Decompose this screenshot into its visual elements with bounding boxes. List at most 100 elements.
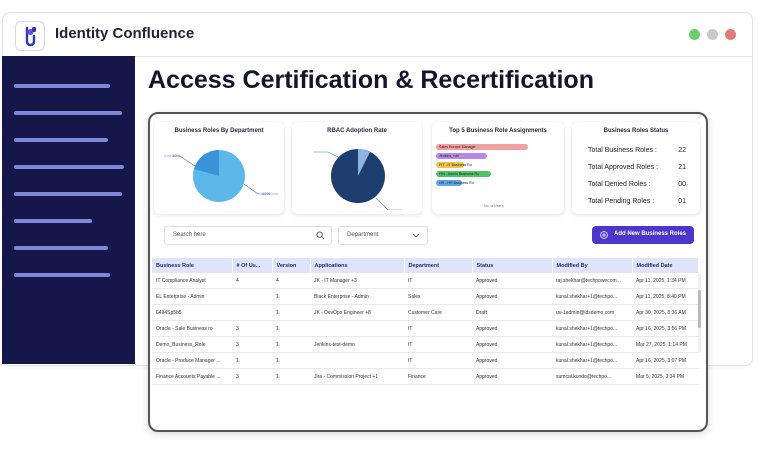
sidebar: [2, 56, 135, 364]
sidebar-item[interactable]: [14, 138, 108, 142]
table-cell: IT: [404, 352, 472, 369]
table-cell: kunal.shekhar+1@techpo...: [552, 352, 632, 369]
pie-label-right: 90%: [262, 191, 271, 196]
sidebar-item[interactable]: [14, 273, 110, 277]
table-cell: kunal.shekhar+1@techpo...: [552, 336, 632, 353]
roles-status-card: Business Roles Status Total Business Rol…: [572, 122, 700, 214]
table-cell: Apr 30, 2025, 8:36 AM: [632, 304, 698, 321]
sidebar-item[interactable]: [14, 219, 92, 223]
top5-bar-chart: Sales Europe Manager Jenkins_role FIT - IT…: [436, 144, 560, 194]
window-dot-gray-icon[interactable]: [707, 29, 718, 40]
sidebar-item[interactable]: [14, 84, 110, 88]
stat-label-total: Total Business Roles :: [588, 147, 657, 154]
title-bar: Identity Confluence: [3, 13, 752, 57]
table-cell: kunal.shekhar+1@techpo...: [552, 288, 632, 305]
table-row[interactable]: Oracle - Sale Business ro 3 1 IT Approved kun…: [152, 320, 698, 337]
table-cell: Jenkins-test-demo: [310, 336, 404, 353]
table-cell: Apr 11, 2025, 1:34 PM: [632, 273, 698, 289]
table-cell: Apr 16, 2025, 3:07 PM: [632, 352, 698, 369]
sidebar-item[interactable]: [14, 165, 124, 169]
axis-label: No. of Users: [484, 204, 504, 208]
card-title: Business Roles By Department: [174, 128, 264, 134]
column-header[interactable]: # Of Us...: [232, 258, 273, 273]
table-cell: kunal.shekhar+1@techpo...: [552, 320, 632, 337]
dashboard-window: Business Roles By Department 10% 90% RBA…: [148, 112, 708, 432]
top5-assignments-card: Top 5 Business Role Assignments Sales Eu…: [432, 122, 564, 214]
add-business-role-label: Add New Business Roles: [614, 231, 687, 237]
table-cell: 1: [272, 288, 310, 305]
table-cell: Demo_Business_Role: [152, 336, 232, 353]
column-header[interactable]: Version: [272, 258, 311, 273]
column-header[interactable]: Applications: [310, 258, 405, 273]
card-title: Business Roles Status: [603, 128, 669, 134]
status-cell: Approved: [472, 288, 552, 305]
window-dot-green-icon[interactable]: [689, 29, 700, 40]
table-cell: IT: [404, 320, 472, 337]
stat-value-approved: 21: [678, 164, 686, 171]
assignment-bar-label: FIT - IT Business Ro: [439, 163, 472, 167]
table-cell: 4: [272, 273, 310, 289]
table-cell: Oracle - Sale Business ro: [152, 320, 232, 337]
sidebar-item[interactable]: [14, 246, 108, 250]
table-cell: 1: [272, 352, 310, 369]
table-cell: 1: [272, 320, 310, 337]
status-cell: Approved: [472, 336, 552, 353]
column-header[interactable]: Modified Date: [632, 258, 699, 273]
table-cell: Finance: [404, 368, 472, 385]
table-cell: 3: [232, 368, 272, 385]
column-header[interactable]: Modified By: [552, 258, 633, 273]
department-select[interactable]: Department: [338, 226, 428, 245]
table-cell: 1: [272, 304, 310, 321]
assignment-bar-label: Jenkins_role: [439, 154, 460, 158]
table-cell: [310, 320, 404, 337]
department-select-label: Department: [347, 232, 379, 238]
table-cell: IT: [404, 336, 472, 353]
assignment-bar: Jenkins_role: [436, 153, 487, 159]
table-row[interactable]: 6494Sp5b5 1 JK - DevOps Engineer +8 Custome…: [152, 304, 698, 321]
table-cell: Apr 16, 2025, 3:56 PM: [632, 320, 698, 337]
table-row[interactable]: Demo_Business_Role 3 1 Jenkins-test-demo IT A…: [152, 336, 698, 353]
app-title: Identity Confluence: [55, 25, 195, 42]
column-header[interactable]: Business Role: [152, 258, 233, 273]
stat-label-approved: Total Approved Roles :: [588, 164, 659, 171]
pie-label-left: 10%: [172, 153, 181, 158]
add-business-role-button[interactable]: Add New Business Roles: [592, 226, 694, 244]
status-cell: Approved: [472, 320, 552, 337]
rbac-pie-chart: [314, 149, 402, 210]
table-row[interactable]: IT Compliance Analyst 4 4 JK - IT Manager +…: [152, 273, 698, 289]
table-row[interactable]: EL Enterprise - Admin 1 Black Enterprise -…: [152, 288, 698, 305]
table-cell: Oracle - Produce Manager ...: [152, 352, 232, 369]
roles-by-department-card: Business Roles By Department 10% 90%: [154, 122, 284, 214]
status-cell: Approved: [472, 368, 552, 385]
table-cell: [232, 304, 272, 321]
window-dot-red-icon[interactable]: [725, 29, 736, 40]
column-header[interactable]: Status: [472, 258, 553, 273]
table-cell: raj.shekhar@techpowecom...: [552, 273, 632, 289]
table-cell: 1: [272, 368, 310, 385]
search-icon[interactable]: [316, 231, 325, 240]
search-placeholder: Search here: [173, 232, 206, 238]
table-cell: EL Enterprise - Admin: [152, 288, 232, 305]
sidebar-item[interactable]: [14, 192, 122, 196]
table-row[interactable]: Finance Accounts Payable ... 3 1 Jira - Com…: [152, 368, 698, 385]
card-title: Top 5 Business Role Assignments: [449, 128, 547, 134]
plus-circle-icon: [600, 231, 608, 239]
table-cell: JK - IT Manager +3: [310, 273, 404, 289]
search-input[interactable]: Search here: [164, 226, 332, 245]
column-header[interactable]: Department: [404, 258, 473, 273]
table-scroll-thumb[interactable]: [698, 290, 701, 328]
chevron-down-icon: [413, 234, 419, 238]
table-cell: IT: [404, 273, 472, 289]
status-cell: Approved: [472, 273, 552, 289]
sidebar-item[interactable]: [14, 111, 122, 115]
assignment-bar: HR - HR Business Ro: [436, 180, 474, 186]
page-title: Access Certification & Recertification: [148, 66, 594, 94]
rbac-adoption-card: RBAC Adoption Rate: [292, 122, 422, 214]
stat-value-pending: 01: [678, 198, 686, 205]
table-cell: uv-1admin@idsdemo.com: [552, 304, 632, 321]
table-cell: 1: [232, 352, 272, 369]
stat-label-denied: Total Denied Roles :: [588, 181, 651, 188]
table-cell: 6494Sp5b5: [152, 304, 232, 321]
table-row[interactable]: Oracle - Produce Manager ... 1 1 IT Approved…: [152, 352, 698, 369]
app-logo-icon: [15, 21, 45, 51]
